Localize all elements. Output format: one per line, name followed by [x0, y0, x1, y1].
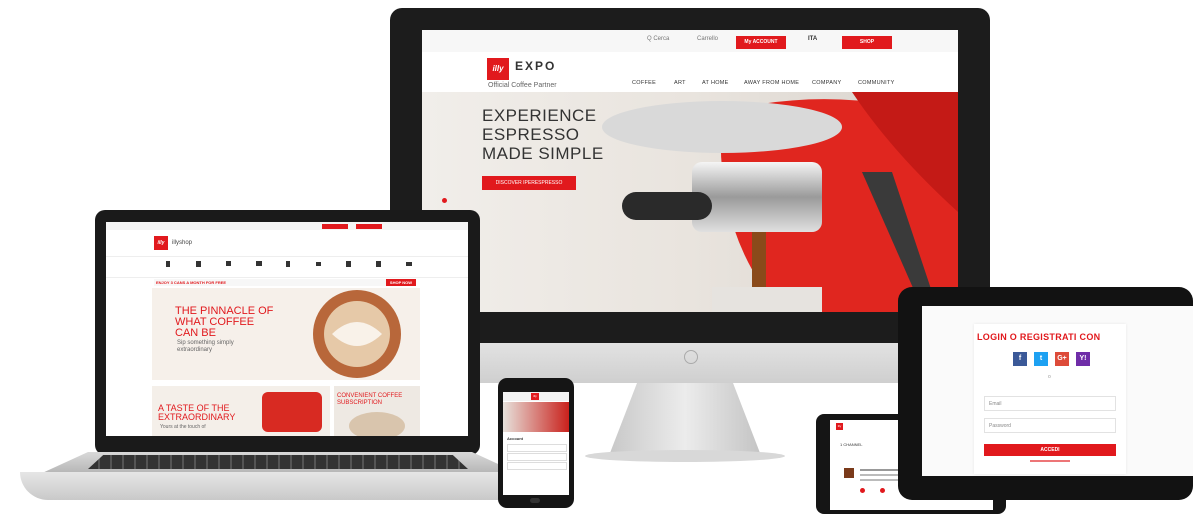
- login-title: LOGIN O REGISTRATI CON: [977, 332, 1101, 342]
- phone-screen: illy Account: [503, 392, 569, 495]
- phone-hero-image: [503, 402, 569, 432]
- password-field[interactable]: Password: [984, 418, 1116, 433]
- pinnacle-line-3: CAN BE: [175, 327, 216, 339]
- cart-link[interactable]: Carrello: [697, 36, 718, 42]
- search-link[interactable]: Q Cerca: [647, 36, 669, 42]
- imac-screen: Q Cerca Carrello My ACCOUNT ITA SHOP ill…: [422, 30, 958, 312]
- apple-logo-icon: [684, 350, 698, 364]
- nav-art[interactable]: ART: [674, 80, 686, 86]
- hero-line-3: MADE SIMPLE: [482, 144, 604, 163]
- subscription-line-1: CONVENIENT COFFEE: [337, 393, 403, 399]
- imac-stand: [610, 383, 760, 453]
- phone-input-1[interactable]: [507, 444, 567, 452]
- hero-headline: EXPERIENCE ESPRESSO MADE SIMPLE: [482, 106, 604, 163]
- laptop-category-nav: [106, 256, 468, 278]
- category-icons[interactable]: [106, 257, 468, 277]
- subscription-headline: CONVENIENT COFFEE SUBSCRIPTION: [337, 393, 402, 407]
- partner-text: Official Coffee Partner: [488, 82, 557, 89]
- my-account-button[interactable]: My ACCOUNT: [736, 36, 786, 49]
- country-selector[interactable]: ITA: [808, 36, 817, 42]
- or-separator: o: [1048, 374, 1051, 380]
- login-submit-button[interactable]: ACCEDI: [984, 444, 1116, 456]
- yahoo-icon[interactable]: Y!: [1076, 352, 1090, 366]
- phone-section-title: Account: [507, 436, 523, 441]
- forgot-password-link[interactable]: [1030, 460, 1070, 462]
- laptop-shop-logo-text: illyshop: [172, 240, 193, 246]
- small-tablet-title: 1 CHANNEL: [840, 442, 863, 447]
- laptop-keyboard: [88, 455, 468, 469]
- like-icon[interactable]: [880, 488, 885, 493]
- promo-shop-now-button[interactable]: SHOP NOW: [386, 279, 416, 286]
- subscription-line-2: SUBSCRIPTION: [337, 400, 383, 406]
- small-tablet-avatar: [844, 468, 854, 478]
- nav-community[interactable]: COMMUNITY: [858, 80, 895, 86]
- twitter-icon[interactable]: t: [1034, 352, 1048, 366]
- carousel-dot-active[interactable]: [442, 198, 447, 203]
- small-tablet-illy-logo[interactable]: illy: [836, 423, 843, 430]
- email-field[interactable]: Email: [984, 396, 1116, 411]
- pinnacle-sub-line-2: extraordinary: [177, 347, 213, 353]
- taste-headline: A TASTE OF THE EXTRAORDINARY: [158, 404, 235, 422]
- discover-button[interactable]: DISCOVER IPERESPRESSO: [482, 176, 576, 190]
- nav-coffee[interactable]: COFFEE: [632, 80, 656, 86]
- illy-logo[interactable]: illy: [487, 58, 509, 80]
- phone-illy-logo[interactable]: illy: [531, 393, 539, 400]
- hero-line-1: EXPERIENCE: [482, 106, 597, 125]
- imac-base: [585, 450, 785, 462]
- facebook-icon[interactable]: f: [1013, 352, 1027, 366]
- laptop-illy-logo[interactable]: illy: [154, 236, 168, 250]
- pinnacle-headline: THE PINNACLE OF WHAT COFFEE CAN BE: [175, 306, 273, 339]
- laptop-red-tab-2[interactable]: [356, 224, 382, 229]
- pinnacle-subtitle: Sip something simply extraordinary: [177, 340, 234, 354]
- laptop-base: [20, 472, 540, 500]
- promo-banner: ENJOY 3 CANS A MONTH FOR FREE SHOP NOW: [154, 279, 416, 286]
- nav-at-home[interactable]: AT HOME: [702, 80, 729, 86]
- nav-away-from-home[interactable]: AWAY FROM HOME: [744, 80, 799, 86]
- pinnacle-sub-line-1: Sip something simply: [177, 340, 234, 346]
- hero-line-2: ESPRESSO: [482, 125, 580, 144]
- reply-icon[interactable]: [860, 488, 865, 493]
- laptop-red-tab-1[interactable]: [322, 224, 348, 229]
- expo-logo: EXPO: [515, 59, 557, 73]
- taste-subtitle: Yours at the touch of: [160, 424, 206, 430]
- promo-banner-text: ENJOY 3 CANS A MONTH FOR FREE: [156, 280, 227, 285]
- phone-home-button[interactable]: [530, 498, 540, 503]
- phone-input-2[interactable]: [507, 453, 567, 461]
- phone-input-3[interactable]: [507, 462, 567, 470]
- taste-line-2: EXTRAORDINARY: [158, 412, 236, 422]
- google-plus-icon[interactable]: G+: [1055, 352, 1069, 366]
- shop-button[interactable]: SHOP: [842, 36, 892, 49]
- laptop-top-bar: [106, 222, 468, 230]
- nav-company[interactable]: COMPANY: [812, 80, 842, 86]
